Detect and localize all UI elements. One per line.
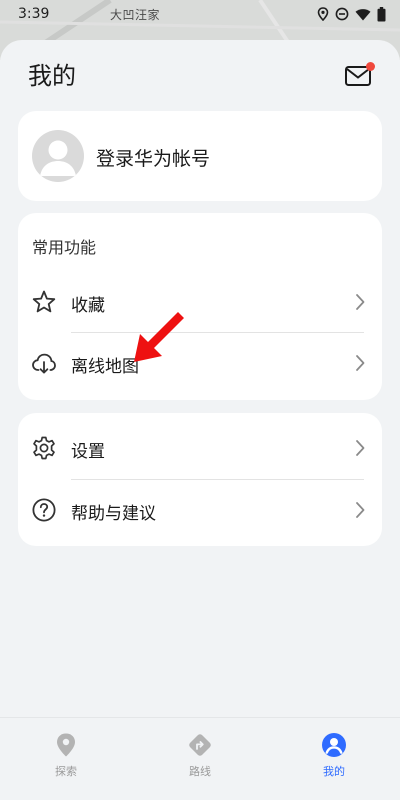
chevron-right-icon — [356, 502, 365, 518]
chevron-right-icon — [356, 440, 365, 456]
explore-pin-icon — [57, 733, 75, 757]
location-icon — [317, 7, 329, 21]
offline-map-cloud-icon — [32, 353, 56, 374]
settings-card: 设置 帮助与建议 — [18, 413, 382, 546]
profile-sheet: 我的 登录华为帐号 常用功能 收藏 离线地图 设置 帮助与建议 探索 路线 我的 — [0, 40, 400, 800]
status-bar: 3:39 — [0, 0, 400, 28]
login-huawei-account-label: 登录华为帐号 — [96, 148, 211, 170]
favorites-row[interactable]: 收藏 — [18, 272, 382, 332]
offline-map-label: 离线地图 — [71, 357, 139, 377]
nav-tab-me[interactable]: 我的 — [294, 732, 374, 782]
do-not-disturb-icon — [335, 7, 349, 21]
route-icon — [189, 734, 211, 756]
gear-icon — [33, 436, 55, 460]
chevron-right-icon — [356, 355, 365, 371]
favorites-label: 收藏 — [71, 296, 105, 316]
nav-label-explore: 探索 — [55, 765, 77, 778]
section-title: 常用功能 — [32, 238, 97, 257]
profile-icon — [322, 733, 346, 757]
help-icon — [32, 498, 56, 522]
sheet-header: 我的 — [0, 40, 400, 110]
offline-map-row[interactable]: 离线地图 — [18, 333, 382, 393]
login-card[interactable]: 登录华为帐号 — [18, 111, 382, 201]
star-icon — [32, 290, 56, 313]
chevron-right-icon — [356, 294, 365, 310]
mail-button[interactable] — [344, 60, 378, 90]
default-avatar-icon — [40, 140, 76, 176]
avatar — [32, 130, 84, 182]
common-functions-card: 常用功能 收藏 离线地图 — [18, 213, 382, 400]
bottom-navigation: 探索 路线 我的 — [0, 717, 400, 800]
settings-row[interactable]: 设置 — [18, 418, 382, 478]
annotation-arrow-icon — [134, 312, 184, 362]
status-time: 3:39 — [18, 6, 50, 22]
help-feedback-row[interactable]: 帮助与建议 — [18, 480, 382, 540]
nav-tab-route[interactable]: 路线 — [160, 732, 240, 782]
help-feedback-label: 帮助与建议 — [71, 504, 156, 524]
settings-label: 设置 — [71, 442, 105, 462]
wifi-icon — [355, 8, 371, 21]
page-title: 我的 — [28, 62, 76, 90]
nav-tab-explore[interactable]: 探索 — [26, 732, 106, 782]
battery-icon — [377, 6, 386, 22]
unread-badge — [366, 62, 375, 71]
nav-label-me: 我的 — [323, 765, 345, 778]
nav-label-route: 路线 — [189, 765, 211, 778]
